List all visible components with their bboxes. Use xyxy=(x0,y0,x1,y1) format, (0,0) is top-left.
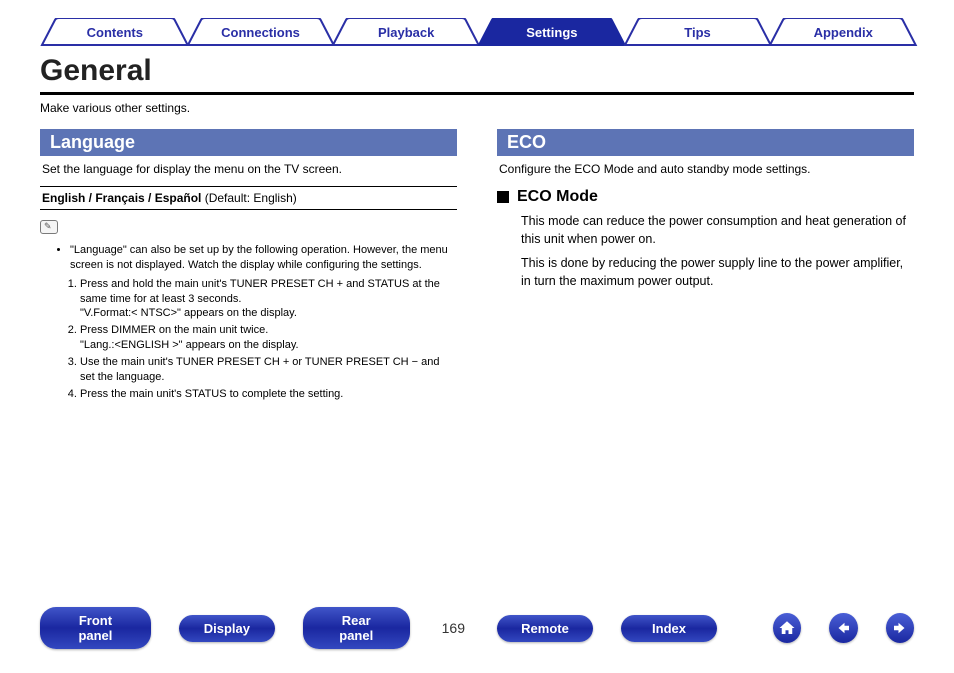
remote-button[interactable]: Remote xyxy=(497,615,593,642)
step-3: Use the main unit's TUNER PRESET CH + or… xyxy=(80,355,457,385)
tab-connections[interactable]: Connections xyxy=(186,18,336,46)
language-section: Language Set the language for display th… xyxy=(40,129,457,403)
eco-body-2: This is done by reducing the power suppl… xyxy=(521,254,914,290)
eco-body: This mode can reduce the power consumpti… xyxy=(521,212,914,291)
front-panel-button[interactable]: Front panel xyxy=(40,607,151,649)
language-options-row: English / Français / Español (Default: E… xyxy=(40,186,457,210)
tab-appendix[interactable]: Appendix xyxy=(768,18,918,46)
language-options: English / Français / Español xyxy=(42,191,201,205)
step-2: Press DIMMER on the main unit twice."Lan… xyxy=(80,323,457,353)
language-notes: "Language" can also be set up by the fol… xyxy=(58,243,457,401)
language-desc: Set the language for display the menu on… xyxy=(42,162,455,176)
display-button[interactable]: Display xyxy=(179,615,275,642)
footer-nav: Front panel Display Rear panel 169 Remot… xyxy=(0,607,954,649)
tab-playback[interactable]: Playback xyxy=(331,18,481,46)
top-tabs: Contents Connections Playback Settings T… xyxy=(0,0,954,46)
index-button[interactable]: Index xyxy=(621,615,717,642)
next-page-button[interactable] xyxy=(886,613,914,643)
step-4: Press the main unit's STATUS to complete… xyxy=(80,387,457,402)
home-button[interactable] xyxy=(773,613,801,643)
tab-settings[interactable]: Settings xyxy=(477,18,627,46)
page-number: 169 xyxy=(438,620,469,636)
square-marker-icon xyxy=(497,191,509,203)
tab-contents[interactable]: Contents xyxy=(40,18,190,46)
prev-page-button[interactable] xyxy=(829,613,857,643)
eco-header: ECO xyxy=(497,129,914,156)
note-bullet: "Language" can also be set up by the fol… xyxy=(70,243,457,273)
note-icon xyxy=(40,220,58,234)
language-default: (Default: English) xyxy=(201,191,296,205)
step-1: Press and hold the main unit's TUNER PRE… xyxy=(80,277,457,322)
eco-desc: Configure the ECO Mode and auto standby … xyxy=(499,162,912,176)
language-header: Language xyxy=(40,129,457,156)
arrow-right-icon xyxy=(891,619,909,637)
page-title: General xyxy=(40,54,914,95)
rear-panel-button[interactable]: Rear panel xyxy=(303,607,410,649)
arrow-left-icon xyxy=(834,619,852,637)
eco-mode-label: ECO Mode xyxy=(517,188,598,206)
tab-tips[interactable]: Tips xyxy=(623,18,773,46)
eco-section: ECO Configure the ECO Mode and auto stan… xyxy=(497,129,914,403)
home-icon xyxy=(778,619,796,637)
eco-mode-heading: ECO Mode xyxy=(497,188,914,206)
eco-body-1: This mode can reduce the power consumpti… xyxy=(521,212,914,248)
page-subtitle: Make various other settings. xyxy=(40,101,914,115)
